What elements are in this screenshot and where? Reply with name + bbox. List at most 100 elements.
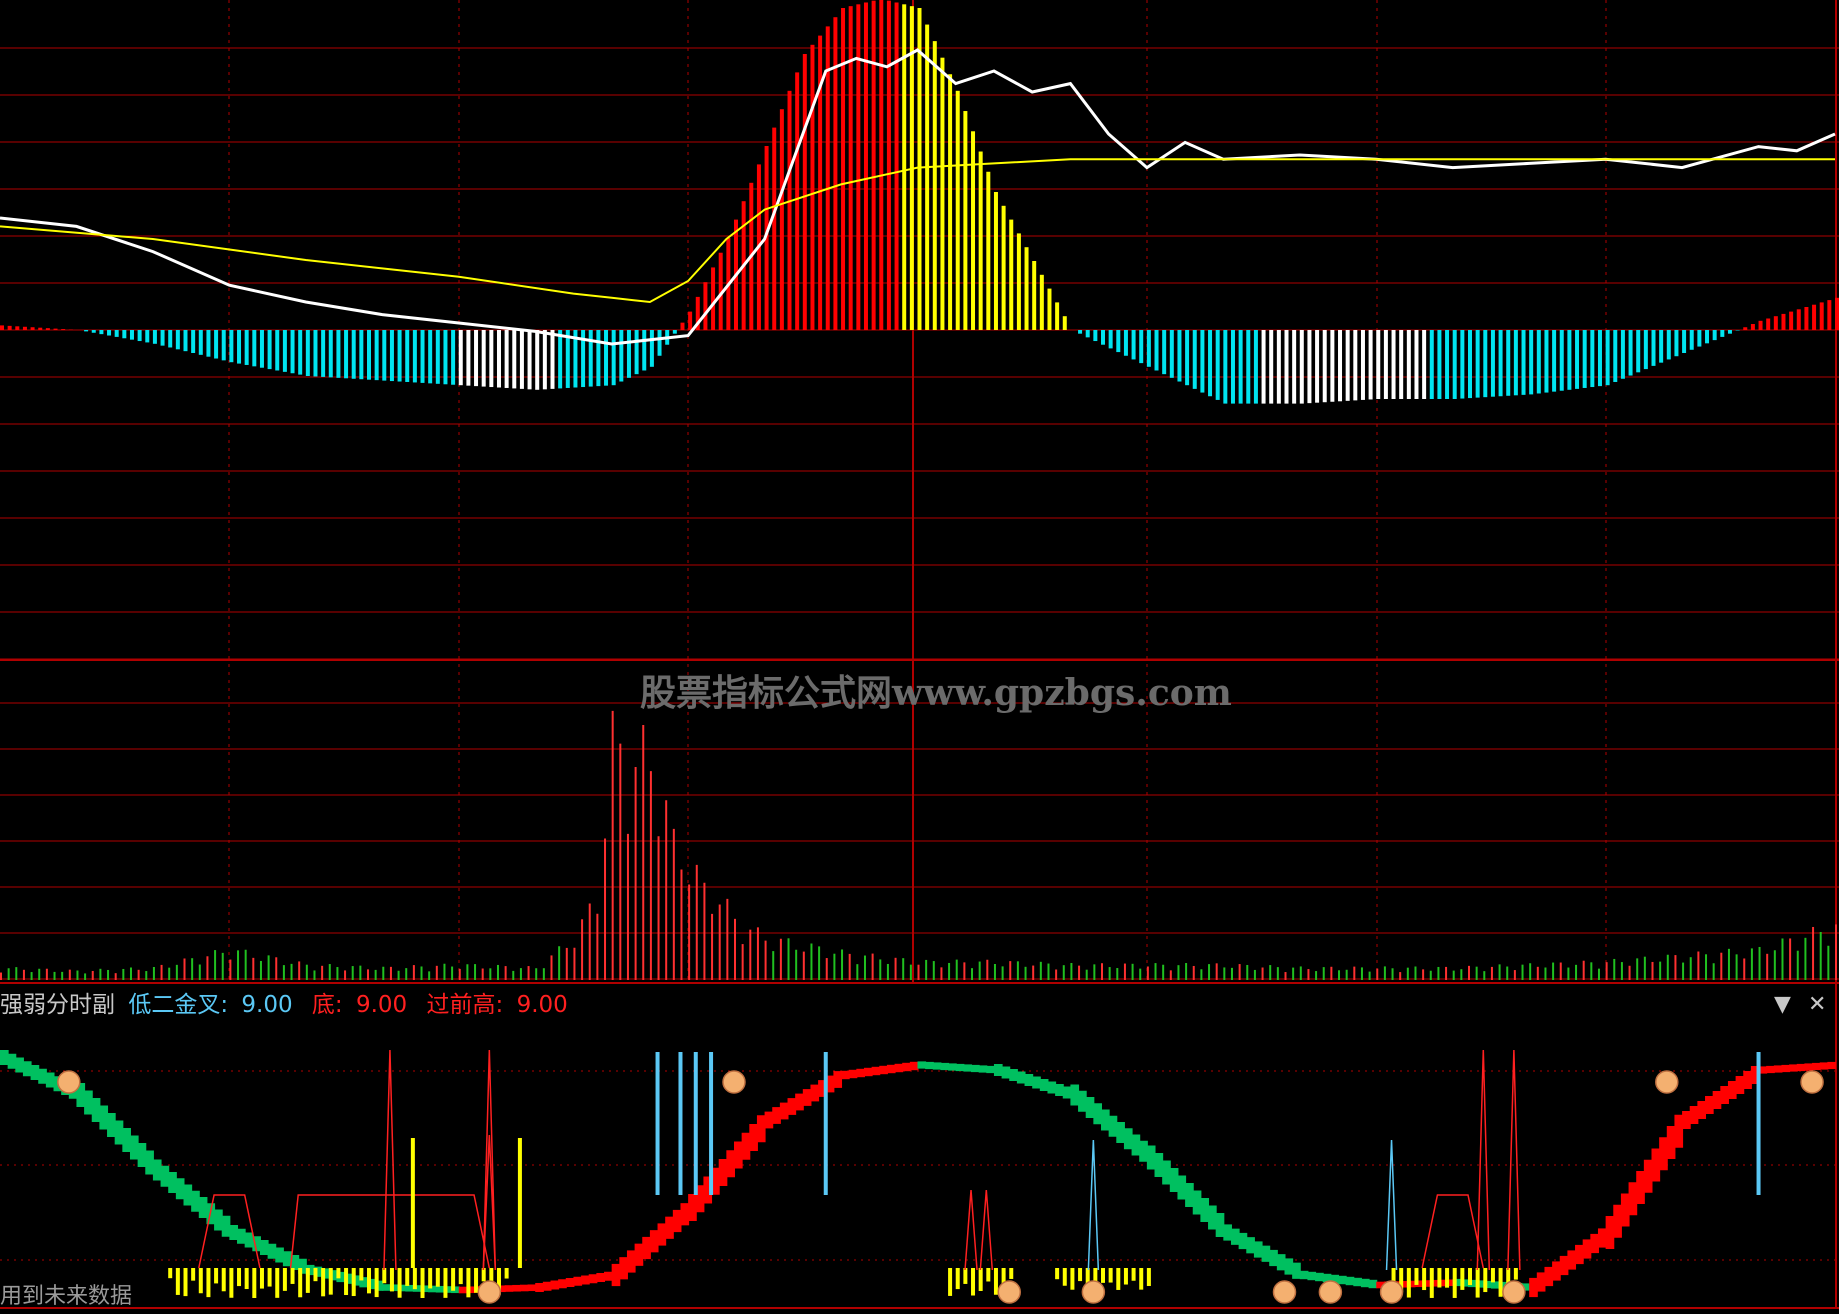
strength-band <box>1269 1249 1278 1267</box>
macd-bar <box>1169 330 1174 378</box>
strength-band <box>1613 1204 1622 1238</box>
macd-bar <box>1666 330 1671 360</box>
strength-band <box>718 1159 728 1186</box>
close-icon[interactable]: ✕ <box>1808 992 1826 1017</box>
strength-band <box>152 1159 162 1181</box>
signal-spike <box>1476 1049 1491 1271</box>
base-bar <box>1445 1268 1450 1288</box>
legend-item-bottom: 底: 9.00 <box>312 992 421 1018</box>
strength-band <box>1338 1275 1347 1285</box>
macd-bar <box>1597 330 1602 387</box>
macd-bar <box>1506 330 1511 396</box>
strength-band <box>1292 1262 1301 1279</box>
strength-band <box>1276 1254 1286 1271</box>
strength-band <box>145 1150 154 1175</box>
down-triangle-icon[interactable]: ▼ <box>1774 992 1791 1017</box>
base-bar <box>344 1268 349 1296</box>
strength-band <box>680 1203 690 1226</box>
strength-band <box>588 1274 598 1284</box>
macd-bar <box>504 330 509 388</box>
strength-band <box>841 1070 850 1080</box>
base-bar <box>1139 1268 1144 1290</box>
strength-band <box>596 1273 606 1282</box>
macd-bar <box>787 90 792 330</box>
strength-band <box>1804 1063 1814 1071</box>
hand-marker-icon <box>1655 1070 1679 1094</box>
base-bar <box>451 1268 456 1291</box>
hand-marker-icon <box>1800 1070 1824 1094</box>
strength-band <box>30 1065 40 1080</box>
strength-band <box>955 1063 965 1072</box>
strength-band <box>932 1062 942 1070</box>
macd-bar <box>772 127 777 330</box>
strength-band <box>1345 1276 1355 1286</box>
base-bar <box>1055 1268 1060 1280</box>
macd-bar <box>38 327 43 330</box>
macd-bar <box>1139 330 1144 364</box>
macd-bar <box>925 24 930 331</box>
strength-band <box>1605 1216 1615 1249</box>
base-bar <box>443 1268 448 1298</box>
macd-bar <box>1781 313 1786 330</box>
macd-bar <box>22 326 27 330</box>
strength-band <box>129 1135 139 1160</box>
strength-band <box>1123 1128 1133 1150</box>
strength-band <box>986 1065 995 1074</box>
strength-band <box>726 1150 735 1178</box>
strength-band <box>917 1061 927 1069</box>
strength-band <box>665 1216 674 1239</box>
macd-bar <box>1108 330 1113 349</box>
base-bar <box>420 1268 425 1298</box>
legend-label: 低二金叉: <box>128 992 229 1018</box>
macd-bar <box>1093 330 1098 342</box>
strength-band <box>1230 1228 1240 1245</box>
macd-bar <box>1330 330 1335 402</box>
macd-bar <box>1483 330 1488 398</box>
hand-marker-icon <box>1272 1280 1297 1304</box>
strength-band <box>764 1111 774 1129</box>
macd-bar <box>1727 330 1732 334</box>
macd-bar <box>1796 309 1801 330</box>
macd-bar <box>1429 330 1434 399</box>
base-bar <box>389 1268 394 1292</box>
base-bar <box>244 1268 249 1290</box>
macd-bar <box>1567 330 1572 390</box>
macd-bar <box>443 330 448 385</box>
strength-band <box>1169 1168 1179 1192</box>
macd-bar <box>1215 330 1220 400</box>
strength-band <box>183 1184 193 1206</box>
base-bar <box>993 1268 998 1295</box>
macd-bar <box>1269 330 1274 404</box>
strength-band <box>1284 1258 1294 1275</box>
strength-band <box>573 1276 583 1286</box>
macd-bar <box>160 330 165 346</box>
macd-bar <box>206 330 211 357</box>
macd-bar <box>374 330 379 381</box>
macd-bar <box>1024 247 1029 330</box>
strength-band <box>1643 1159 1653 1193</box>
macd-bar <box>7 325 12 330</box>
base-bar <box>221 1268 226 1292</box>
strength-band <box>741 1132 751 1160</box>
macd-bar <box>466 330 471 386</box>
macd-bar <box>978 151 983 330</box>
strength-band <box>688 1194 697 1221</box>
legend-item-high: 过前高: 9.00 <box>427 992 574 1018</box>
base-bar <box>374 1268 379 1298</box>
macd-bar <box>122 330 127 339</box>
macd-bar <box>1353 330 1358 401</box>
macd-bar <box>481 330 486 387</box>
macd-bar <box>137 330 142 342</box>
base-bar <box>458 1268 463 1285</box>
macd-bar <box>290 330 295 374</box>
macd-bar <box>107 330 112 336</box>
strength-band <box>1697 1101 1707 1119</box>
base-bar <box>313 1268 318 1282</box>
strength-band <box>1720 1086 1729 1104</box>
base-bar <box>1116 1268 1121 1290</box>
base-bar <box>214 1268 219 1284</box>
macd-bar <box>886 0 891 330</box>
strength-band <box>1360 1278 1370 1288</box>
macd-bar <box>1230 330 1235 404</box>
macd-bar <box>1016 233 1021 330</box>
